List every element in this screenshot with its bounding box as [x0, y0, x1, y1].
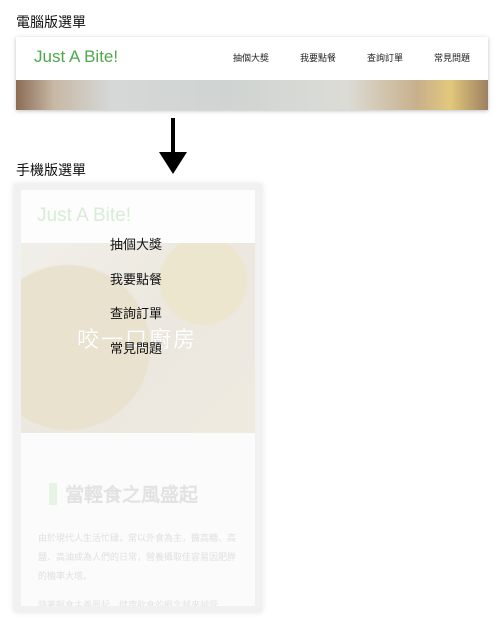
mobile-paragraph-2: 隨著輕食主義興起，健康飲食的概念越來越受 [38, 601, 219, 606]
nav-item-lottery[interactable]: 抽個大獎 [233, 51, 269, 64]
nav-item-order[interactable]: 我要點餐 [300, 51, 336, 64]
mobile-menu-item-order[interactable]: 我要點餐 [110, 273, 162, 308]
heading-accent-bar [49, 482, 57, 505]
mobile-brand-logo[interactable]: Just A Bite! [37, 205, 131, 227]
nav-item-order-query[interactable]: 查詢訂單 [367, 51, 403, 64]
mobile-preview: Just A Bite! 咬一口廚房 抽個大獎 我要點餐 查詢訂單 常見問題 當… [21, 190, 255, 606]
desktop-brand-logo[interactable]: Just A Bite! [34, 47, 118, 67]
desktop-navbar: Just A Bite! 抽個大獎 我要點餐 查詢訂單 常見問題 [16, 37, 488, 80]
mobile-menu-item-lottery[interactable]: 抽個大獎 [110, 238, 162, 273]
mobile-paragraph: 由於現代人生活忙碌，常以外食為主，醬高糖、高鹽、高油成為人們的日常，營養攝取佳容… [38, 534, 237, 582]
mobile-section-heading-text: 當輕食之風盛起 [65, 484, 199, 506]
desktop-nav-menu: 抽個大獎 我要點餐 查詢訂單 常見問題 [233, 51, 470, 64]
mobile-menu-item-order-query[interactable]: 查詢訂單 [110, 307, 162, 342]
desktop-menu-label: 電腦版選單 [16, 15, 86, 31]
mobile-menu-label: 手機版選單 [16, 163, 86, 179]
nav-item-faq[interactable]: 常見問題 [434, 51, 470, 64]
mobile-dropdown-menu: 抽個大獎 我要點餐 查詢訂單 常見問題 [110, 238, 162, 376]
mobile-menu-item-faq[interactable]: 常見問題 [110, 342, 162, 377]
mobile-section-heading: 當輕食之風盛起 [49, 480, 198, 507]
desktop-preview: Just A Bite! 抽個大獎 我要點餐 查詢訂單 常見問題 [16, 37, 488, 110]
mobile-navbar: Just A Bite! [21, 190, 255, 243]
down-arrow-icon [158, 118, 188, 176]
desktop-hero-image [16, 80, 488, 110]
